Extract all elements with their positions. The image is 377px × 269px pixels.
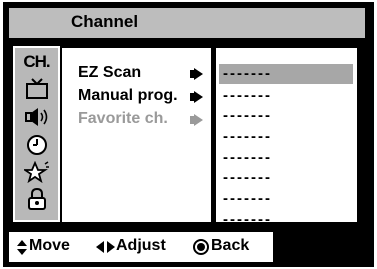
left-right-arrow-icon <box>96 241 115 253</box>
list-item[interactable]: ------- <box>219 148 353 168</box>
menu-item-label: EZ Scan <box>78 64 142 81</box>
menu-item-manual-prog[interactable]: Manual prog. <box>78 87 212 109</box>
list-item[interactable]: ------- <box>219 127 353 147</box>
menu-item-favorite-ch[interactable]: Favorite ch. <box>78 110 212 132</box>
sidebar-item-channel[interactable]: CH. <box>15 52 58 72</box>
value-list: ------- ------- ------- ------- ------- … <box>214 46 359 228</box>
back-button-icon <box>193 239 209 255</box>
back-hint: Back <box>211 237 250 254</box>
category-sidebar: CH. <box>13 46 60 222</box>
lock-icon[interactable] <box>24 188 50 210</box>
list-item[interactable]: ------- <box>219 168 353 188</box>
move-hint: Move <box>29 237 70 254</box>
up-down-arrow-icon <box>17 240 27 255</box>
arrow-right-icon <box>194 114 203 126</box>
adjust-hint: Adjust <box>116 237 166 254</box>
speaker-icon[interactable] <box>24 106 50 128</box>
menu-item-label: Manual prog. <box>78 87 178 104</box>
list-item[interactable]: ------- <box>219 210 353 230</box>
menu-title: Channel <box>71 12 139 31</box>
channel-menu: EZ Scan Manual prog. Favorite ch. <box>60 46 213 224</box>
menu-item-ez-scan[interactable]: EZ Scan <box>78 64 212 86</box>
arrow-right-icon <box>194 91 203 103</box>
tv-osd-window: Channel CH. EZ Scan Manual prog. Favorit… <box>3 2 374 267</box>
list-item[interactable]: ------- <box>219 106 353 126</box>
key-hint-bar: Move Adjust Back <box>9 232 273 262</box>
title-bar: Channel <box>9 8 365 38</box>
menu-body: CH. EZ Scan Manual prog. Favorite ch. --… <box>9 40 365 228</box>
tv-icon[interactable] <box>24 78 50 100</box>
star-icon[interactable] <box>24 161 50 183</box>
list-item[interactable]: ------- <box>219 189 353 209</box>
list-item-selected[interactable]: ------- <box>219 64 353 84</box>
arrow-right-icon <box>194 68 203 80</box>
clock-icon[interactable] <box>24 134 50 156</box>
list-item[interactable]: ------- <box>219 86 353 106</box>
menu-item-label: Favorite ch. <box>78 110 168 127</box>
